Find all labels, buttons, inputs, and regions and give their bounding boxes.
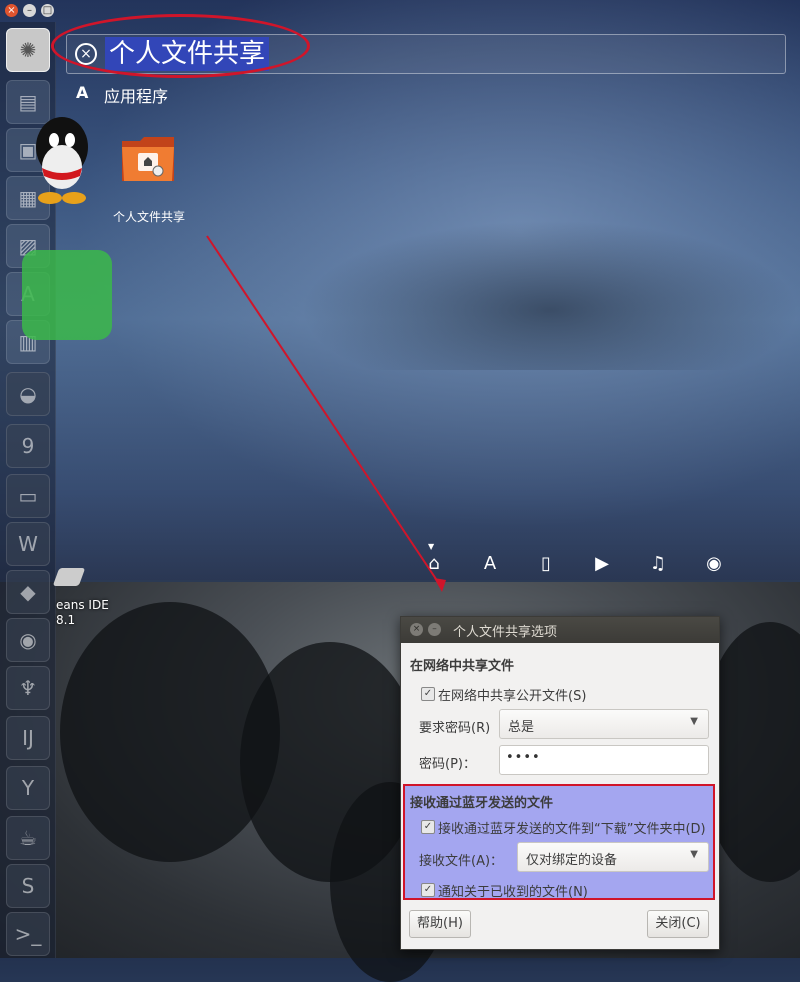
launcher-item-java[interactable]: ☕ <box>6 816 50 860</box>
close-button[interactable]: 关闭(C) <box>647 910 709 938</box>
app-result-label[interactable]: 个人文件共享 <box>106 208 192 225</box>
receive-files-label: 接收文件(A)： <box>419 854 504 869</box>
search-highlight-ellipse <box>51 14 310 78</box>
dialog-title: 个人文件共享选项 <box>453 625 558 640</box>
close-window-icon[interactable]: × <box>5 4 18 17</box>
app-store-icon: A <box>76 83 89 102</box>
intellij-icon: IJ <box>22 726 34 750</box>
desktop-item-label[interactable]: eans IDE 8.1 <box>56 598 109 628</box>
dialog-titlebar: × – 个人文件共享选项 <box>401 617 719 643</box>
minimize-icon[interactable]: – <box>428 623 441 636</box>
browser-icon: ◉ <box>19 628 37 652</box>
java-icon: ☕ <box>19 826 37 850</box>
section-bluetooth-title: 接收通过蓝牙发送的文件 <box>410 796 554 811</box>
window-icon: ▭ <box>18 484 38 508</box>
launcher-item-chrome[interactable]: ◉ <box>6 618 50 662</box>
launcher-item-yed[interactable]: Y <box>6 766 50 810</box>
help-button[interactable]: 帮助(H) <box>409 910 471 938</box>
dropdown-caret-icon: ▼ <box>690 716 698 727</box>
notify-label[interactable]: 通知关于已收到的文件(N) <box>438 881 588 900</box>
share-public-label[interactable]: 在网络中共享公开文件(S) <box>438 685 586 704</box>
music-lens-icon[interactable]: ♫ <box>646 552 670 576</box>
qq-icon <box>36 117 88 204</box>
password-field[interactable]: •••• <box>499 745 709 775</box>
launcher-item-window[interactable]: ▭ <box>6 474 50 518</box>
app-icon: ◒ <box>19 382 37 406</box>
share-public-checkbox[interactable]: ✓ <box>421 687 435 701</box>
maximize-window-icon[interactable]: □ <box>41 4 54 17</box>
launcher-item-nine[interactable]: 9 <box>6 424 50 468</box>
netbeans-icon: ◆ <box>20 580 36 604</box>
minimize-window-icon[interactable]: – <box>23 4 36 17</box>
video-lens-icon[interactable]: ▶ <box>590 552 614 576</box>
s-app-icon: S <box>21 874 35 898</box>
receive-download-label[interactable]: 接收通过蓝牙发送的文件到“下载”文件夹中(D) <box>438 818 706 837</box>
home-lens-icon[interactable]: ⌂ <box>422 552 446 576</box>
launcher-item-s[interactable]: S <box>6 864 50 908</box>
ubuntu-dash-button[interactable]: ✺ <box>6 28 50 72</box>
y-app-icon: Y <box>21 776 35 800</box>
receive-download-checkbox[interactable]: ✓ <box>421 820 435 834</box>
dash-fog <box>300 220 800 370</box>
launcher-item-intellij[interactable]: IJ <box>6 716 50 760</box>
nine-icon: 9 <box>21 434 35 458</box>
receive-files-select[interactable]: 仅对绑定的设备 ▼ <box>517 842 709 872</box>
category-label: 应用程序 <box>104 87 169 106</box>
sharing-options-dialog: × – 个人文件共享选项 在网络中共享文件 ✓ 在网络中共享公开文件(S) 要求… <box>400 616 720 950</box>
applications-lens-icon[interactable]: A <box>478 552 502 576</box>
require-password-select[interactable]: 总是 ▼ <box>499 709 709 739</box>
active-lens-indicator: ▼ <box>428 542 435 551</box>
dropdown-caret-icon: ▼ <box>690 849 698 860</box>
launcher-item-terminal[interactable]: >_ <box>6 912 50 956</box>
wps-writer-icon: W <box>18 532 38 556</box>
launcher-item-pgadmin[interactable]: ♆ <box>6 666 50 710</box>
wechat-icon <box>22 250 112 340</box>
launcher-item-netbeans[interactable]: ◆ <box>6 570 50 614</box>
terminal-icon: >_ <box>14 922 42 946</box>
launcher-item-wps[interactable]: W <box>6 522 50 566</box>
password-label: 密码(P)： <box>419 757 476 772</box>
folder-share-icon[interactable] <box>120 133 176 185</box>
notify-checkbox[interactable]: ✓ <box>421 883 435 897</box>
close-icon[interactable]: × <box>410 623 423 636</box>
lens-bar: ▼ ⌂ A ▯ ▶ ♫ ◉ <box>408 542 738 580</box>
photo-lens-icon[interactable]: ◉ <box>702 552 726 576</box>
section-network-title: 在网络中共享文件 <box>410 659 515 674</box>
ubuntu-logo-icon: ✺ <box>19 38 37 62</box>
launcher-item-unknown[interactable]: ◒ <box>6 372 50 416</box>
files-lens-icon[interactable]: ▯ <box>534 552 558 576</box>
require-password-label: 要求密码(R) <box>419 721 491 736</box>
postgresql-icon: ♆ <box>19 676 37 700</box>
